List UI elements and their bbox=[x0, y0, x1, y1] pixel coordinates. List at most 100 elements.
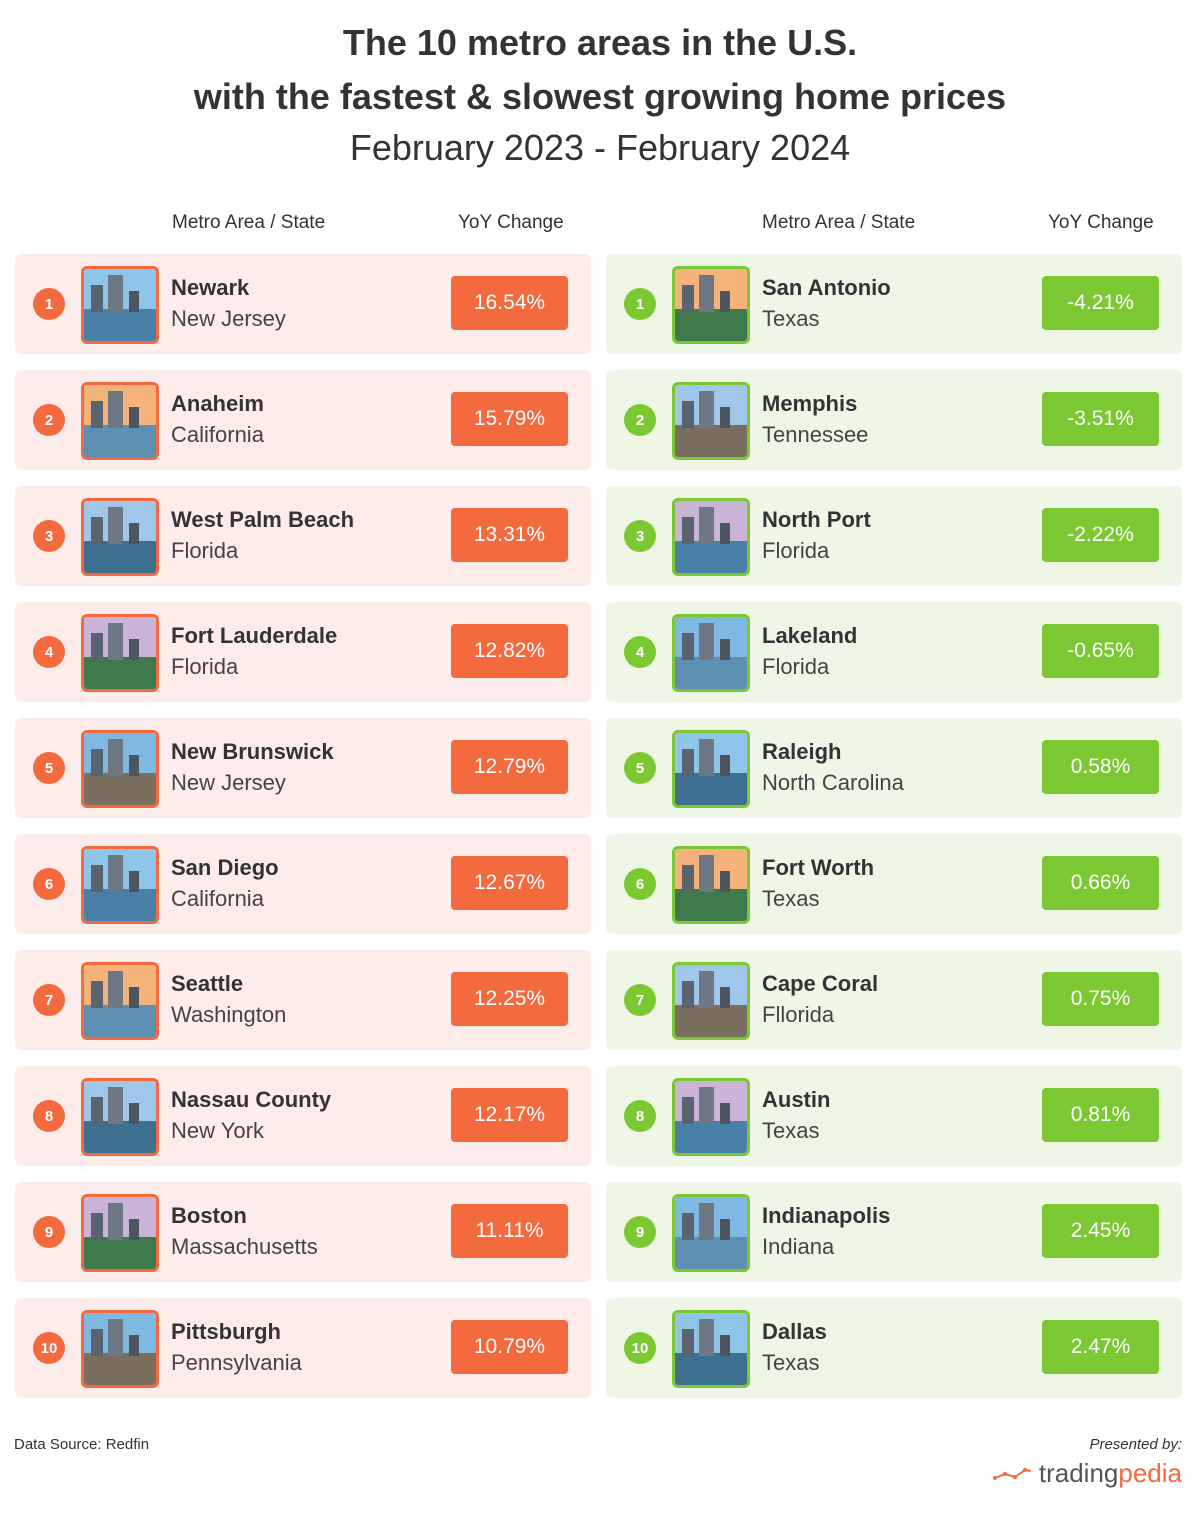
rank-badge: 6 bbox=[624, 868, 656, 900]
metro-area-name: Fort Lauderdale bbox=[171, 623, 338, 648]
state-name: Florida bbox=[762, 654, 830, 679]
city-photo bbox=[81, 1194, 159, 1272]
state-name: Massachusetts bbox=[171, 1234, 318, 1259]
yoy-change-value: 13.31% bbox=[451, 508, 568, 562]
yoy-change-value: 10.79% bbox=[451, 1320, 568, 1374]
city-photo bbox=[672, 962, 750, 1040]
state-name: North Carolina bbox=[762, 770, 904, 795]
table-row: 9 Indianapolis Indiana 2.45% bbox=[606, 1182, 1182, 1282]
metro-area-name: Dallas bbox=[762, 1319, 827, 1344]
city-photo bbox=[81, 962, 159, 1040]
yoy-change-value: 0.58% bbox=[1042, 740, 1159, 794]
table-row: 8 Nassau County New York 12.17% bbox=[15, 1066, 591, 1166]
metro-area-name: Memphis bbox=[762, 391, 858, 416]
city-photo bbox=[672, 1310, 750, 1388]
table-row: 5 Raleigh North Carolina 0.58% bbox=[606, 718, 1182, 818]
city-photo bbox=[81, 382, 159, 460]
table-row: 3 North Port Florida -2.22% bbox=[606, 486, 1182, 586]
rank-badge: 1 bbox=[624, 288, 656, 320]
state-name: Texas bbox=[762, 306, 820, 331]
presented-by-label: Presented by: bbox=[1089, 1436, 1182, 1453]
city-photo bbox=[81, 1078, 159, 1156]
rank-badge: 10 bbox=[624, 1332, 656, 1364]
metro-area-name: Lakeland bbox=[762, 623, 858, 648]
fastest-growing-table: 1 Newark New Jersey 16.54% 2 Anaheim Californi… bbox=[15, 254, 591, 1414]
metro-area-name: Indianapolis bbox=[762, 1203, 891, 1228]
metro-area-name: Pittsburgh bbox=[171, 1319, 281, 1344]
state-name: Indiana bbox=[762, 1234, 835, 1259]
brand-logo: trading pedia bbox=[992, 1458, 1182, 1489]
state-name: Texas bbox=[762, 886, 820, 911]
rank-badge: 2 bbox=[33, 404, 65, 436]
metro-area-name: Boston bbox=[171, 1203, 247, 1228]
city-photo bbox=[672, 846, 750, 924]
yoy-change-value: 16.54% bbox=[451, 276, 568, 330]
state-name: New York bbox=[171, 1118, 264, 1143]
yoy-change-value: 0.81% bbox=[1042, 1088, 1159, 1142]
yoy-change-value: -2.22% bbox=[1042, 508, 1159, 562]
yoy-change-value: 2.47% bbox=[1042, 1320, 1159, 1374]
rank-badge: 1 bbox=[33, 288, 65, 320]
table-row: 10 Dallas Texas 2.47% bbox=[606, 1298, 1182, 1398]
rank-badge: 5 bbox=[33, 752, 65, 784]
table-row: 2 Memphis Tennessee -3.51% bbox=[606, 370, 1182, 470]
slowest-growing-table: 1 San Antonio Texas -4.21% 2 Memphis Tennessee… bbox=[606, 254, 1182, 1414]
rank-badge: 9 bbox=[624, 1216, 656, 1248]
state-name: Fllorida bbox=[762, 1002, 835, 1027]
yoy-change-value: 0.75% bbox=[1042, 972, 1159, 1026]
city-photo bbox=[672, 382, 750, 460]
yoy-change-value: 0.66% bbox=[1042, 856, 1159, 910]
state-name: New Jersey bbox=[171, 770, 286, 795]
metro-area-name: Anaheim bbox=[171, 391, 264, 416]
column-header-change-left: YoY Change bbox=[458, 212, 564, 233]
city-photo bbox=[81, 1310, 159, 1388]
yoy-change-value: -4.21% bbox=[1042, 276, 1159, 330]
table-row: 1 Newark New Jersey 16.54% bbox=[15, 254, 591, 354]
metro-area-name: Cape Coral bbox=[762, 971, 879, 996]
city-photo bbox=[672, 498, 750, 576]
rank-badge: 4 bbox=[624, 636, 656, 668]
yoy-change-value: 12.79% bbox=[451, 740, 568, 794]
table-row: 7 Seattle Washington 12.25% bbox=[15, 950, 591, 1050]
state-name: Florida bbox=[171, 538, 239, 563]
metro-area-name: Raleigh bbox=[762, 739, 842, 764]
table-row: 4 Lakeland Florida -0.65% bbox=[606, 602, 1182, 702]
rank-badge: 7 bbox=[33, 984, 65, 1016]
city-photo bbox=[672, 1078, 750, 1156]
metro-area-name: Austin bbox=[762, 1087, 831, 1112]
state-name: Florida bbox=[171, 654, 239, 679]
table-row: 4 Fort Lauderdale Florida 12.82% bbox=[15, 602, 591, 702]
rank-badge: 7 bbox=[624, 984, 656, 1016]
metro-area-name: San Antonio bbox=[762, 275, 891, 300]
brand-name-part1: trading bbox=[1038, 1458, 1119, 1488]
city-photo bbox=[672, 1194, 750, 1272]
rank-badge: 10 bbox=[33, 1332, 65, 1364]
yoy-change-value: 11.11% bbox=[451, 1204, 568, 1258]
yoy-change-value: -0.65% bbox=[1042, 624, 1159, 678]
trend-line-icon bbox=[992, 1467, 1032, 1480]
state-name: New Jersey bbox=[171, 306, 286, 331]
rank-badge: 3 bbox=[33, 520, 65, 552]
rank-badge: 5 bbox=[624, 752, 656, 784]
city-photo bbox=[672, 614, 750, 692]
yoy-change-value: -3.51% bbox=[1042, 392, 1159, 446]
state-name: Pennsylvania bbox=[171, 1350, 302, 1375]
table-row: 1 San Antonio Texas -4.21% bbox=[606, 254, 1182, 354]
table-row: 2 Anaheim California 15.79% bbox=[15, 370, 591, 470]
state-name: California bbox=[171, 422, 264, 447]
column-header-area-right: Metro Area / State bbox=[762, 212, 916, 233]
table-row: 6 Fort Worth Texas 0.66% bbox=[606, 834, 1182, 934]
column-header-change-right: YoY Change bbox=[1048, 212, 1154, 233]
city-photo bbox=[81, 846, 159, 924]
table-row: 6 San Diego California 12.67% bbox=[15, 834, 591, 934]
metro-area-name: West Palm Beach bbox=[171, 507, 355, 532]
rank-badge: 4 bbox=[33, 636, 65, 668]
table-row: 3 West Palm Beach Florida 13.31% bbox=[15, 486, 591, 586]
rank-badge: 9 bbox=[33, 1216, 65, 1248]
state-name: Texas bbox=[762, 1118, 820, 1143]
city-photo bbox=[672, 266, 750, 344]
state-name: Texas bbox=[762, 1350, 820, 1375]
table-row: 7 Cape Coral Fllorida 0.75% bbox=[606, 950, 1182, 1050]
state-name: Florida bbox=[762, 538, 830, 563]
metro-area-name: New Brunswick bbox=[171, 739, 334, 764]
